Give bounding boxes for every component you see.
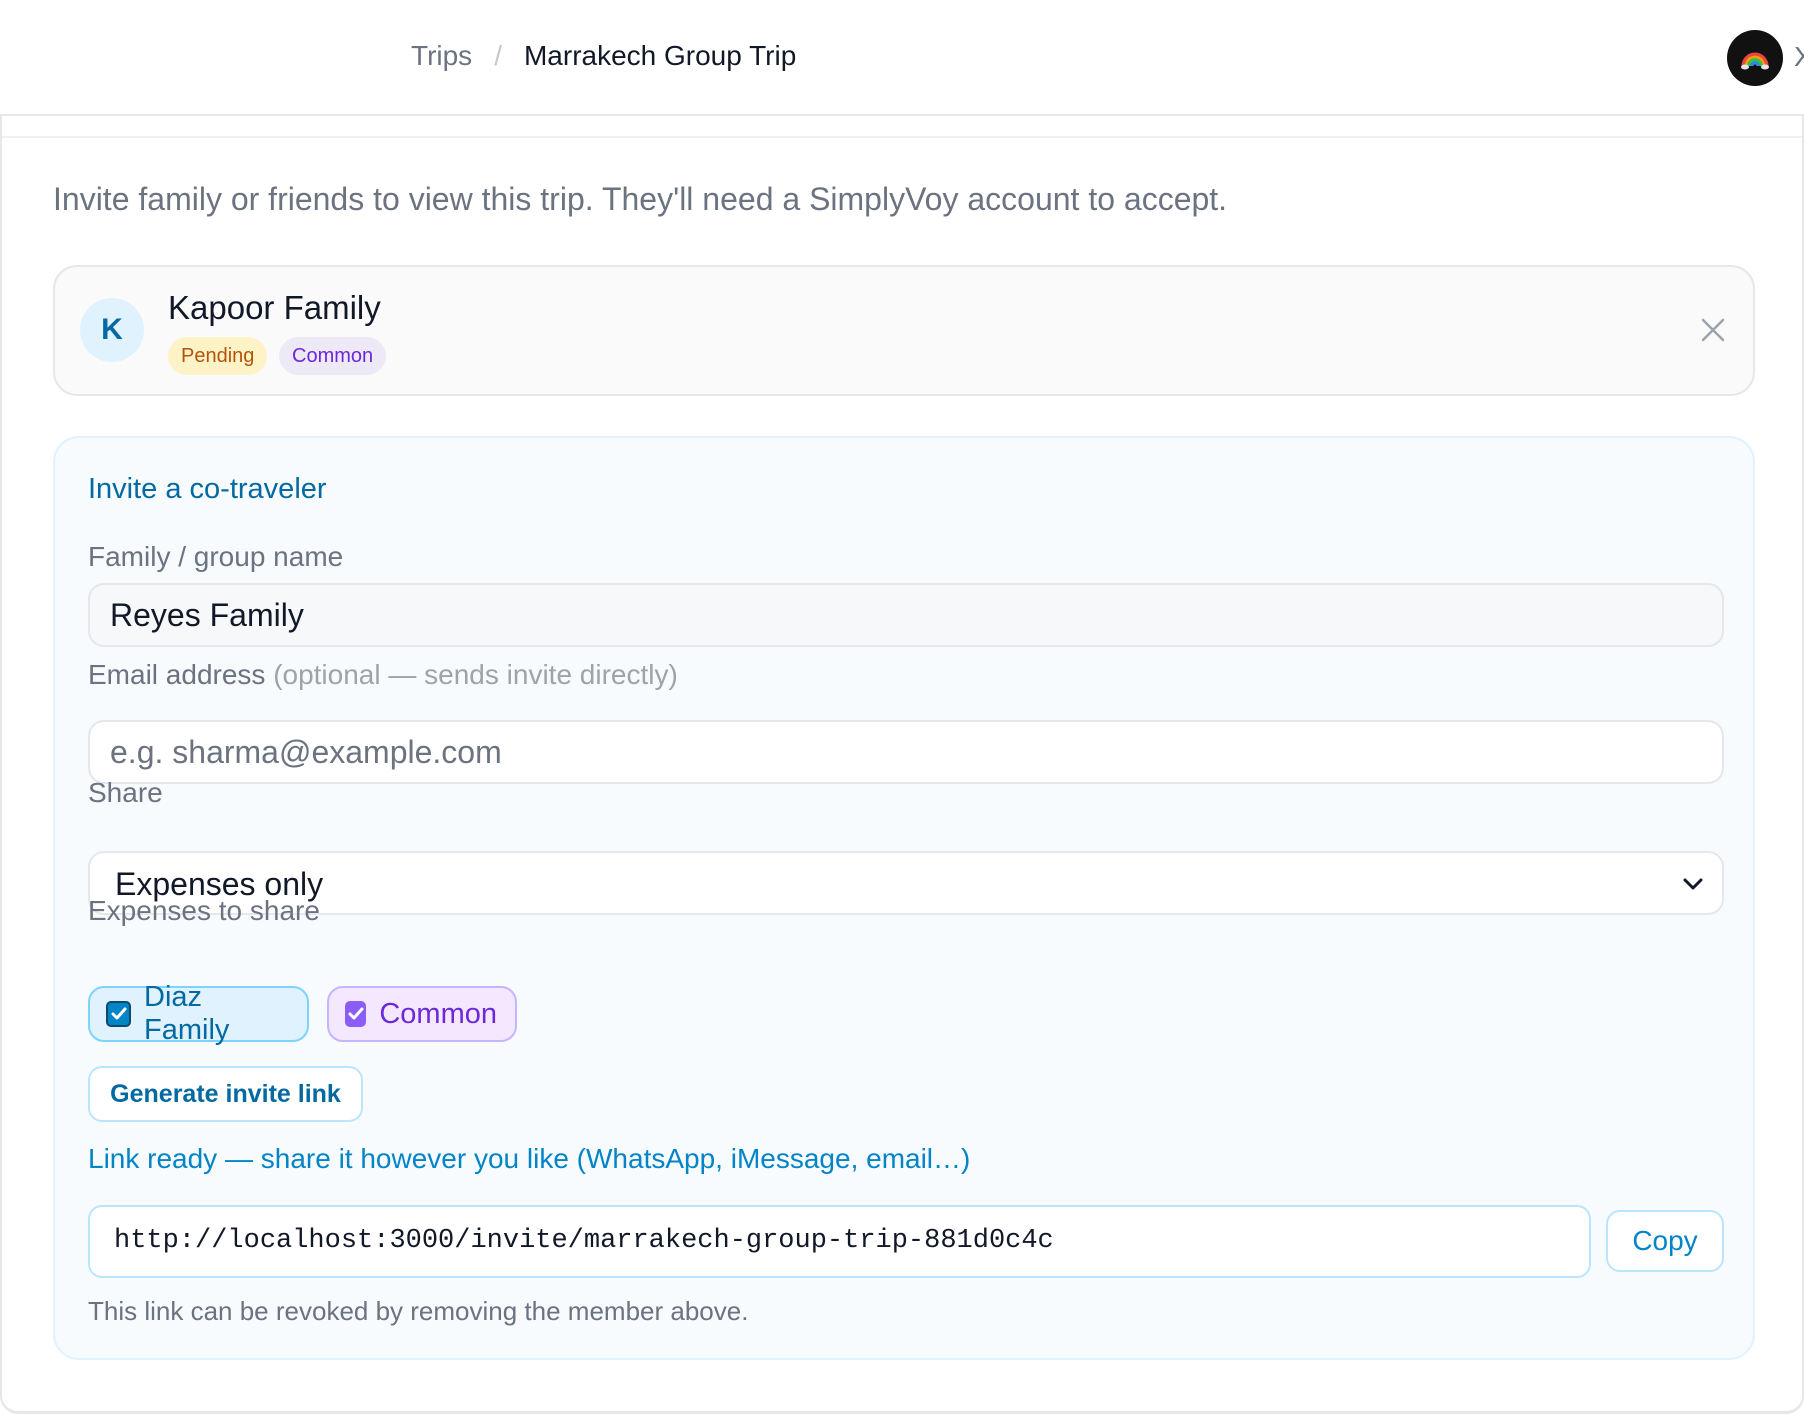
email-label-hint: (optional — sends invite directly) xyxy=(273,659,678,690)
page: Trips / Marrakech Group Trip X Invite fa… xyxy=(0,0,1804,1414)
generate-invite-link-button[interactable]: Generate invite link xyxy=(88,1066,363,1122)
share-select[interactable]: Expenses only xyxy=(88,851,1724,915)
member-avatar: K xyxy=(80,298,144,362)
scope-badge: Common xyxy=(279,337,387,375)
checkmark-icon xyxy=(348,1007,364,1020)
common-label: Common xyxy=(379,997,497,1030)
copy-button[interactable]: Copy xyxy=(1606,1210,1724,1272)
top-bar: Trips / Marrakech Group Trip X xyxy=(0,0,1804,116)
invite-title: Invite a co-traveler xyxy=(88,473,327,505)
remove-member-button[interactable] xyxy=(1695,312,1731,348)
breadcrumb: Trips / Marrakech Group Trip xyxy=(411,40,796,72)
status-badge: Pending xyxy=(168,337,268,375)
user-avatar-button[interactable] xyxy=(1727,30,1783,86)
share-label: Share xyxy=(88,777,163,808)
invite-link-field[interactable]: http://localhost:3000/invite/marrakech-g… xyxy=(88,1205,1591,1278)
rainbow-icon xyxy=(1741,52,1769,70)
expense-option-diaz[interactable]: Diaz Family xyxy=(88,981,309,1046)
common-checkbox[interactable] xyxy=(345,1001,367,1027)
breadcrumb-current: Marrakech Group Trip xyxy=(523,40,797,71)
close-icon xyxy=(1701,318,1725,342)
group-name-input[interactable] xyxy=(88,583,1724,647)
close-icon[interactable]: X xyxy=(1794,40,1804,74)
diaz-label: Diaz Family xyxy=(144,981,230,1046)
email-field[interactable] xyxy=(88,720,1724,784)
invite-form: Invite a co-traveler Family / group name… xyxy=(53,436,1755,1360)
email-label-text: Email address xyxy=(88,659,266,690)
chevron-down-icon xyxy=(1683,878,1703,890)
revoke-note: This link can be revoked by removing the… xyxy=(88,1296,749,1326)
member-name: Kapoor Family xyxy=(168,289,381,326)
breadcrumb-separator: / xyxy=(494,40,502,71)
panel-divider xyxy=(2,136,1802,138)
name-label: Family / group name xyxy=(88,541,344,572)
intro-text: Invite family or friends to view this tr… xyxy=(53,181,1228,217)
expenses-label: Expenses to share xyxy=(88,895,320,926)
checkmark-icon xyxy=(111,1007,127,1020)
diaz-checkbox[interactable] xyxy=(106,1001,132,1027)
share-panel: Invite family or friends to view this tr… xyxy=(0,116,1804,1414)
breadcrumb-trips-link[interactable]: Trips xyxy=(411,40,472,72)
member-card: K Kapoor Family Pending Common xyxy=(53,265,1755,396)
expense-option-common[interactable]: Common xyxy=(327,986,517,1042)
email-label: Email address (optional — sends invite d… xyxy=(88,659,678,691)
link-ready-message: Link ready — share it however you like (… xyxy=(88,1143,971,1174)
